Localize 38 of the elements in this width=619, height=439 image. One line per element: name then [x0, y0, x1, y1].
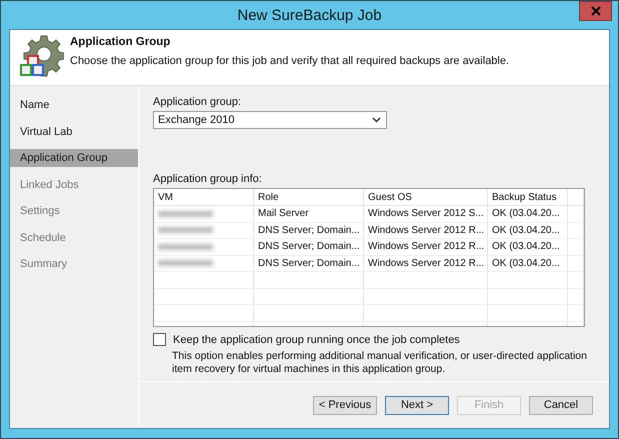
- option-description: This option enables performing additional manual verification, or user-directed application item recovery for virtual machines in this application group.: [172, 350, 588, 376]
- table-cell: Windows Server 2012 R...: [364, 256, 488, 271]
- wizard-button[interactable]: Cancel: [529, 396, 593, 414]
- table-cell: Windows Server 2012 R...: [364, 222, 488, 238]
- table-cell: DNS Server; Domain...: [254, 256, 364, 271]
- table-cell: DNS Server; Domain...: [254, 222, 364, 238]
- column-header[interactable]: VM: [154, 189, 254, 205]
- column-header[interactable]: Backup Status: [488, 189, 568, 205]
- blurred-text: [158, 227, 213, 234]
- table-cell: Mail Server: [254, 206, 364, 222]
- close-icon: [590, 6, 600, 16]
- table-cell: DNS Server; Domain...: [254, 239, 364, 254]
- sidebar-item[interactable]: Application Group: [10, 149, 138, 167]
- table-cell: Windows Server 2012 R...: [364, 239, 488, 254]
- table-cell: OK (03.04.20...: [488, 206, 568, 222]
- table-cell: OK (03.04.20...: [488, 239, 568, 254]
- keep-running-checkbox[interactable]: [153, 333, 166, 346]
- page-heading: Application Group: [70, 36, 172, 48]
- sidebar-item[interactable]: Virtual Lab: [10, 122, 138, 140]
- blurred-text: [158, 244, 213, 250]
- close-button[interactable]: [579, 1, 612, 21]
- window-title: New SureBackup Job: [237, 6, 382, 24]
- sidebar-item[interactable]: Name: [10, 96, 138, 114]
- column-header[interactable]: Role: [254, 189, 364, 205]
- blurred-text: [158, 260, 213, 266]
- page-description: Choose the application group for this job and verify that all required backups are available.: [70, 55, 510, 67]
- table-cell: Windows Server 2012 S...: [364, 206, 488, 222]
- column-header[interactable]: Guest OS: [364, 189, 488, 205]
- wizard-button[interactable]: < Previous: [313, 396, 377, 414]
- application-group-info-label: Application group info:: [153, 173, 262, 185]
- table-cell: OK (03.04.20...: [488, 222, 568, 238]
- keep-running-label[interactable]: Keep the application group running once the job completes: [173, 334, 460, 346]
- blurred-text: [158, 210, 213, 217]
- application-group-dropdown[interactable]: Exchange 2010: [153, 111, 387, 129]
- chevron-down-icon: [372, 117, 381, 123]
- application-group-label: Application group:: [153, 96, 242, 108]
- wizard-button[interactable]: Next >: [385, 396, 449, 414]
- table-cell: OK (03.04.20...: [488, 256, 568, 271]
